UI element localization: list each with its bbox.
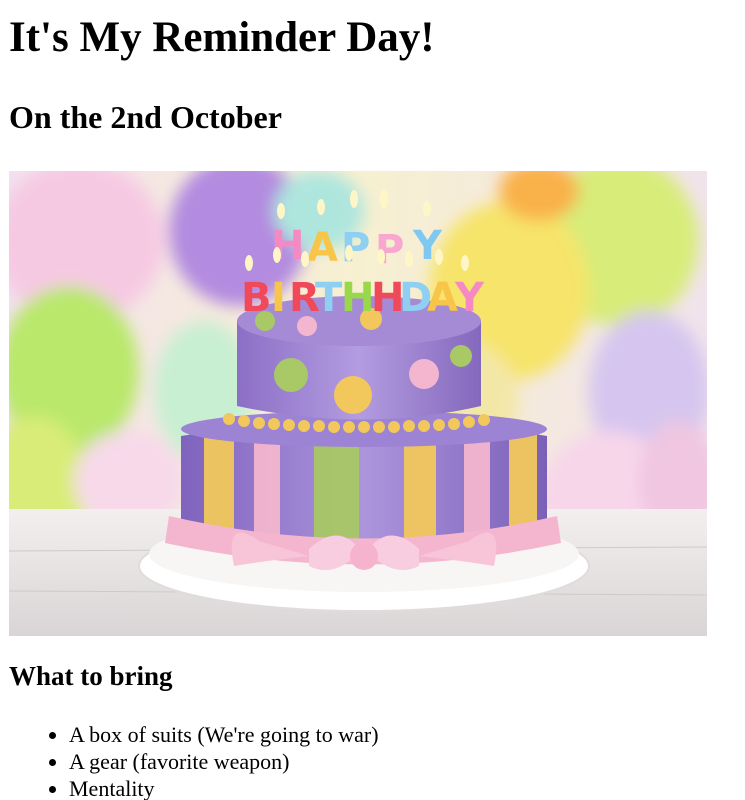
svg-text:T: T <box>315 275 343 321</box>
bring-list: A box of suits (We're going to war) A ge… <box>9 721 379 800</box>
svg-text:H: H <box>341 275 374 321</box>
bring-section-heading: What to bring <box>9 661 173 691</box>
list-item: A gear (favorite weapon) <box>69 748 379 775</box>
svg-text:P: P <box>341 225 370 271</box>
list-item: Mentality <box>69 775 379 800</box>
svg-text:A: A <box>307 225 338 271</box>
page-title: It's My Reminder Day! <box>9 14 435 61</box>
svg-text:B: B <box>241 275 272 321</box>
svg-text:I: I <box>271 275 286 321</box>
date-heading: On the 2nd October <box>9 99 282 135</box>
svg-text:Y: Y <box>454 275 485 321</box>
birthday-cake-image: H A P P Y B I R T H H D A Y <box>9 171 707 636</box>
list-item: A box of suits (We're going to war) <box>69 721 379 748</box>
svg-text:A: A <box>427 275 458 321</box>
